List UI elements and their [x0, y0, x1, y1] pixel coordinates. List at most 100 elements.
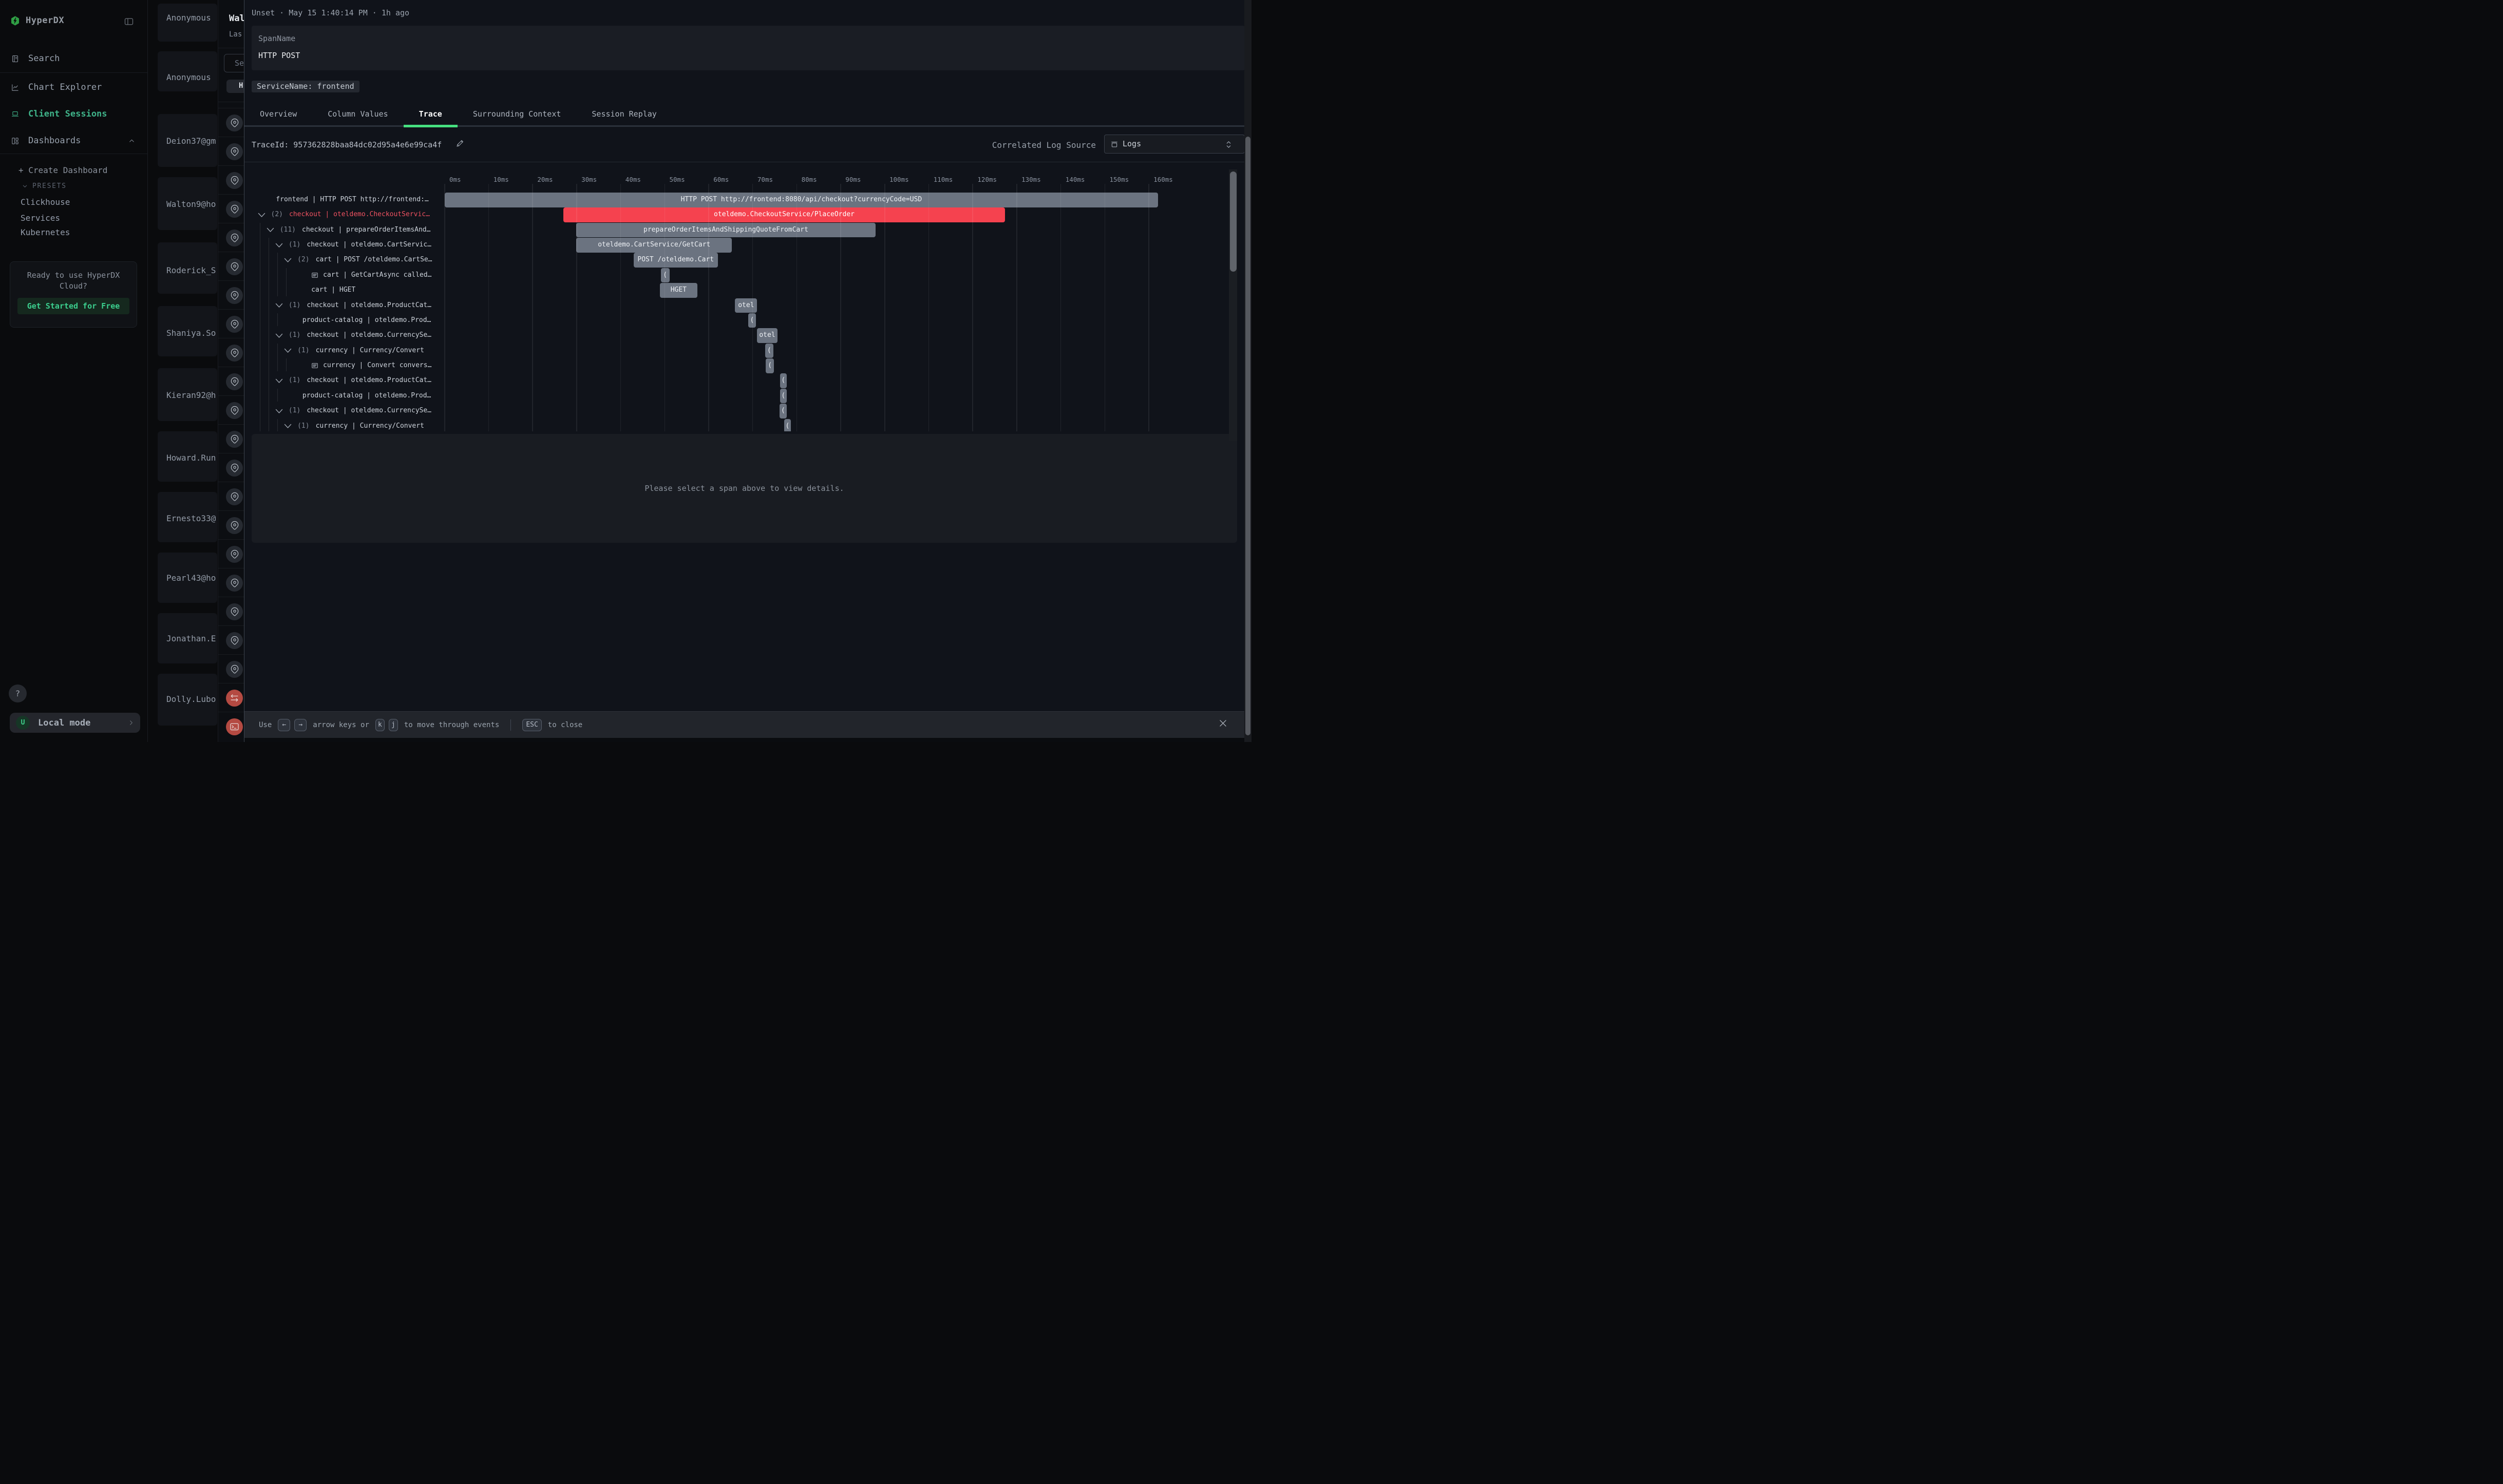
session-card[interactable]: Shaniya.So: [158, 306, 217, 356]
span-bar[interactable]: (: [780, 373, 787, 388]
span-bar[interactable]: oteldemo.CheckoutService/PlaceOrder: [563, 207, 1005, 222]
trace-tree-row[interactable]: (1)currency | Currency/Convert: [284, 419, 424, 431]
session-card[interactable]: Walton9@ho: [158, 177, 217, 230]
trace-tree-row[interactable]: (1)checkout | oteldemo.CurrencySe…: [275, 404, 431, 418]
trace-tree-row[interactable]: (11)checkout | prepareOrderItemsAnd…: [267, 223, 431, 237]
tab-overview[interactable]: Overview: [244, 105, 312, 125]
span-bar[interactable]: (: [766, 358, 773, 373]
trace-tree-row[interactable]: frontend | HTTP POST http://frontend:…: [276, 193, 428, 207]
trace-tree-row[interactable]: (1)checkout | oteldemo.ProductCat…: [275, 373, 431, 388]
map-pin-icon: [226, 316, 243, 333]
trace-tree-row[interactable]: (1)checkout | oteldemo.CartServic…: [275, 238, 431, 252]
chevron-down-icon[interactable]: [275, 301, 283, 309]
chevron-down-icon[interactable]: [258, 211, 266, 219]
trace-tree-row[interactable]: cart | HGET: [311, 283, 355, 297]
log-source-select[interactable]: Logs: [1104, 135, 1245, 154]
trace-tree-row[interactable]: cart | GetCartAsync called…: [311, 268, 431, 282]
trace-tree-row[interactable]: (1)checkout | oteldemo.CurrencySe…: [275, 328, 431, 343]
session-card[interactable]: Pearl43@ho: [158, 553, 217, 603]
trace-tree-row[interactable]: (1)currency | Currency/Convert: [284, 344, 424, 358]
span-bar[interactable]: (: [780, 404, 787, 418]
session-card-title: Walton9@ho: [166, 199, 217, 209]
session-card[interactable]: Kieran92@h: [158, 368, 217, 421]
span-bar[interactable]: HGET: [660, 283, 697, 298]
trace-row-label: product-catalog | oteldemo.Prod…: [302, 313, 431, 328]
session-card-title: Deion37@gm: [166, 136, 217, 146]
switch-horizontal-icon: [226, 690, 243, 707]
waterfall-scrollbar-thumb[interactable]: [1230, 172, 1237, 272]
trace-tree-row[interactable]: (2)checkout | oteldemo.CheckoutServic…: [258, 207, 430, 222]
create-dashboard-button[interactable]: + Create Dashboard: [18, 165, 107, 175]
chevron-down-icon[interactable]: [275, 377, 283, 385]
span-bar[interactable]: (: [765, 344, 773, 358]
sidebar-preset-clickhouse[interactable]: Clickhouse: [21, 197, 70, 207]
span-bar[interactable]: (: [780, 389, 787, 404]
tab-session-replay[interactable]: Session Replay: [576, 105, 672, 125]
sidebar-item-client-sessions[interactable]: Client Sessions: [11, 109, 107, 119]
trace-tree-row[interactable]: (2)cart | POST /oteldemo.CartSe…: [284, 253, 432, 267]
tab-surrounding-context[interactable]: Surrounding Context: [458, 105, 577, 125]
edit-pencil-icon[interactable]: [456, 139, 465, 148]
axis-gridline: [1105, 184, 1106, 431]
axis-tick-label: 100ms: [889, 176, 909, 183]
span-bar[interactable]: HTTP POST http://frontend:8080/api/check…: [445, 193, 1158, 207]
sidebar-item-dashboards[interactable]: Dashboards: [11, 136, 81, 146]
axis-gridline: [532, 184, 533, 431]
trace-tree-row[interactable]: product-catalog | oteldemo.Prod…: [302, 389, 431, 403]
span-bar[interactable]: (: [784, 419, 791, 431]
chevron-down-icon[interactable]: [284, 347, 292, 354]
span-bar-label: (: [750, 316, 754, 324]
session-card[interactable]: Roderick_S: [158, 242, 217, 294]
axis-tick-label: 120ms: [977, 176, 997, 183]
collapse-sidebar-icon[interactable]: [124, 16, 134, 27]
session-card[interactable]: Anonymous: [158, 51, 217, 91]
sidebar-item-search[interactable]: Search: [11, 53, 60, 64]
chevron-down-icon[interactable]: [275, 332, 283, 339]
span-name-value: HTTP POST: [258, 51, 300, 60]
span-bar[interactable]: oteldemo.CartService/GetCart: [576, 238, 732, 253]
get-started-button[interactable]: Get Started for Free: [17, 298, 129, 314]
session-card[interactable]: Jonathan.E: [158, 613, 217, 663]
span-bar[interactable]: otel: [735, 298, 757, 313]
user-menu[interactable]: ULocal mode: [10, 713, 140, 733]
trace-tree-row[interactable]: (1)checkout | oteldemo.ProductCat…: [275, 298, 431, 313]
session-card[interactable]: Anonymous: [158, 4, 217, 42]
help-button[interactable]: ?: [9, 684, 27, 702]
chevron-down-icon[interactable]: [284, 256, 292, 264]
session-card[interactable]: Howard.Run: [158, 431, 217, 482]
tree-indent-guide: [277, 344, 278, 372]
span-bar[interactable]: prepareOrderItemsAndShippingQuoteFromCar…: [576, 223, 876, 238]
tab-column-values[interactable]: Column Values: [312, 105, 403, 125]
page-scrollbar-thumb[interactable]: [1245, 137, 1250, 735]
notebook-icon: [11, 54, 20, 63]
chevron-down-icon[interactable]: [275, 407, 283, 415]
page-scrollbar[interactable]: [1244, 0, 1251, 742]
session-card[interactable]: Dolly.Lubo: [158, 674, 217, 726]
chevron-down-icon[interactable]: [267, 226, 274, 234]
chevron-down-icon[interactable]: [284, 422, 292, 430]
span-bar[interactable]: otel: [757, 328, 777, 343]
close-icon[interactable]: [1218, 718, 1228, 728]
span-bar[interactable]: (: [748, 313, 756, 328]
trace-tree-row[interactable]: product-catalog | oteldemo.Prod…: [302, 313, 431, 328]
tab-trace[interactable]: Trace: [404, 105, 458, 125]
session-card[interactable]: Ernesto33@: [158, 492, 217, 542]
span-bar-label: (: [781, 407, 785, 414]
tree-indent-guide: [277, 313, 278, 326]
trace-tree-row[interactable]: currency | Convert convers…: [311, 358, 431, 373]
span-bar-label: (: [663, 271, 667, 279]
trace-row-label: checkout | oteldemo.CurrencySe…: [307, 404, 431, 418]
session-card[interactable]: Deion37@gm: [158, 114, 217, 167]
sidebar-preset-kubernetes[interactable]: Kubernetes: [21, 227, 70, 237]
sidebar-preset-services[interactable]: Services: [21, 213, 60, 223]
span-bar[interactable]: (: [661, 268, 670, 283]
span-bar[interactable]: POST /oteldemo.Cart: [634, 253, 718, 268]
axis-tick-label: 80ms: [802, 176, 817, 183]
chevron-up-icon[interactable]: [128, 137, 136, 145]
chevron-down-icon[interactable]: [275, 241, 283, 249]
sidebar-item-chart-explorer[interactable]: Chart Explorer: [11, 82, 102, 92]
map-pin-icon: [226, 287, 243, 304]
child-count: (1): [289, 373, 300, 388]
empty-state-text: Please select a span above to view detai…: [644, 484, 844, 493]
presets-toggle[interactable]: PRESETS: [22, 182, 67, 190]
